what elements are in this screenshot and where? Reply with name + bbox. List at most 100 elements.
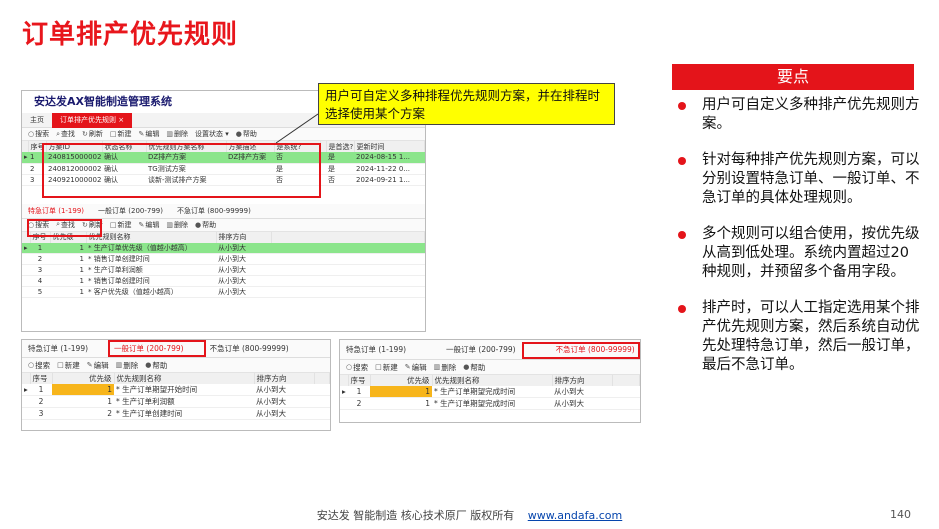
new-icon: □ bbox=[375, 363, 382, 371]
edit-button[interactable]: ✎ 编辑 bbox=[405, 362, 427, 373]
column-header[interactable]: 优先规则名称 bbox=[114, 373, 255, 384]
table-row[interactable]: 3 1 * 生产订单利润额 从小到大 bbox=[22, 264, 425, 276]
new-icon: □ bbox=[57, 361, 64, 369]
bullet-dot bbox=[678, 157, 686, 165]
tab-home[interactable]: 主页 bbox=[22, 113, 52, 128]
refresh-icon: ↻ bbox=[82, 130, 88, 138]
search-button[interactable]: ○ 搜索 bbox=[346, 362, 368, 373]
delete-button[interactable]: ▥ 删除 bbox=[434, 362, 457, 373]
key-point: 排产时，可以人工指定选用某个排产优先规则方案，然后系统自动优先处理特急订单，然后… bbox=[672, 299, 922, 375]
column-header[interactable]: 排序方向 bbox=[216, 231, 272, 243]
edit-icon: ✎ bbox=[86, 361, 93, 369]
page-number: 140 bbox=[890, 508, 911, 521]
column-header[interactable]: 序号 bbox=[348, 375, 371, 386]
bullet-dot bbox=[678, 231, 686, 239]
urgent-rules-table: 序号 优先级 优先规则名称 排序方向 ▸ 1 1 * 生产订单优先级（值越小越高… bbox=[22, 231, 425, 298]
main-app-window: 安达发AX智能制造管理系统 主页 订单排产优先规则 × ○ 搜索 ⌕ 查找 ↻ 刷新 … bbox=[21, 90, 426, 332]
tab-not-urgent-orders[interactable]: 不急订单 (800-99999) bbox=[177, 206, 251, 216]
help-button[interactable]: ● 帮助 bbox=[463, 362, 485, 373]
table-row[interactable]: 3 2 * 生产订单创建时间 从小到大 bbox=[22, 407, 330, 420]
set-status-dropdown[interactable]: 设置状态 ▾ bbox=[195, 129, 229, 139]
help-icon: ● bbox=[195, 220, 202, 229]
delete-icon: ▥ bbox=[166, 220, 174, 229]
table-row[interactable]: 4 1 * 销售订单创建时间 从小到大 bbox=[22, 275, 425, 287]
column-header[interactable]: 排序方向 bbox=[552, 375, 613, 386]
new-icon: □ bbox=[109, 220, 117, 229]
new-button[interactable]: □ 新建 bbox=[110, 220, 132, 230]
rules-table-header: 序号 优先级 优先规则名称 排序方向 bbox=[22, 373, 330, 384]
delete-button[interactable]: ▥ 删除 bbox=[166, 129, 188, 139]
column-header[interactable]: 是首选? bbox=[326, 141, 355, 152]
slide-title: 订单排产优先规则 bbox=[22, 20, 239, 50]
help-button[interactable]: ● 帮助 bbox=[195, 220, 216, 230]
search-icon: ○ bbox=[28, 130, 35, 138]
find-icon: ⌕ bbox=[56, 129, 61, 138]
rules-toolbar: ○ 搜索 □ 新建 ✎ 编辑 ▥ 删除 ● 帮助 bbox=[22, 358, 330, 373]
tab-normal-orders[interactable]: 一般订单 (200-799) bbox=[446, 344, 516, 355]
footer: 安达发 智能制造 核心技术原厂 版权所有 www.andafa.com bbox=[0, 507, 939, 523]
key-points-header: 要点 bbox=[672, 64, 914, 90]
normal-rules-table: 序号 优先级 优先规则名称 排序方向 ▸ 1 1 * 生产订单期望开始时间 从小… bbox=[22, 373, 330, 420]
table-row[interactable]: 2 1 * 生产订单期望完成时间 从小到大 bbox=[340, 397, 640, 410]
table-row[interactable]: ▸ 1 1 * 生产订单期望完成时间 从小到大 bbox=[340, 386, 640, 398]
search-icon: ○ bbox=[346, 363, 353, 371]
help-button[interactable]: ● 帮助 bbox=[145, 360, 167, 371]
edit-button[interactable]: ✎ 编辑 bbox=[87, 360, 109, 371]
help-icon: ● bbox=[145, 361, 152, 369]
table-row[interactable]: 2 1 * 生产订单利润额 从小到大 bbox=[22, 395, 330, 408]
row-pointer-icon: ▸ bbox=[22, 384, 30, 396]
search-button[interactable]: ○ 搜索 bbox=[28, 360, 50, 371]
new-button[interactable]: □ 新建 bbox=[110, 129, 132, 139]
column-header[interactable]: 优先规则名称 bbox=[86, 231, 217, 243]
column-header[interactable]: 优先规则名称 bbox=[432, 375, 553, 386]
new-button[interactable]: □ 新建 bbox=[57, 360, 80, 371]
edit-icon: ✎ bbox=[138, 130, 145, 138]
main-toolbar: ○ 搜索 ⌕ 查找 ↻ 刷新 □ 新建 ✎ 编辑 ▥ 删除 设置状态 ▾ ● 帮助 bbox=[22, 128, 425, 141]
find-button[interactable]: ⌕ 查找 bbox=[56, 129, 75, 139]
tab-urgent-orders[interactable]: 特急订单 (1-199) bbox=[28, 343, 88, 354]
column-header[interactable]: 序号 bbox=[30, 373, 53, 384]
tab-urgent-orders[interactable]: 特急订单 (1-199) bbox=[346, 344, 406, 355]
tab-not-urgent-orders[interactable]: 不急订单 (800-99999) bbox=[210, 343, 289, 354]
callout-box: 用户可自定义多种排程优先规则方案，并在排程时选择使用某个方案 bbox=[318, 83, 615, 125]
help-icon: ● bbox=[235, 130, 242, 138]
tab-urgent-orders[interactable]: 特急订单 (1-199) bbox=[28, 206, 84, 216]
key-point: 针对每种排产优先规则方案，可以分别设置特急订单、一般订单、不急订单的具体处理规则… bbox=[672, 151, 922, 208]
column-header[interactable]: 更新时间 bbox=[354, 141, 425, 152]
edit-button[interactable]: ✎ 编辑 bbox=[139, 129, 160, 139]
table-row[interactable]: ▸ 1 1 * 生产订单优先级（值越小越高） 从小到大 bbox=[22, 242, 425, 254]
delete-button[interactable]: ▥ 删除 bbox=[166, 220, 188, 230]
order-type-tabs: 特急订单 (1-199) 一般订单 (200-799) 不急订单 (800-99… bbox=[22, 203, 425, 219]
new-button[interactable]: □ 新建 bbox=[375, 362, 398, 373]
delete-icon: ▥ bbox=[166, 130, 174, 138]
bullet-dot bbox=[678, 305, 686, 313]
column-header[interactable]: 优先级 bbox=[370, 375, 433, 386]
scheme-highlight-box bbox=[42, 143, 321, 198]
delete-button[interactable]: ▥ 删除 bbox=[116, 360, 139, 371]
search-button[interactable]: ○ 搜索 bbox=[28, 129, 49, 139]
help-button[interactable]: ● 帮助 bbox=[236, 129, 257, 139]
column-header[interactable]: 优先级 bbox=[52, 373, 115, 384]
table-row[interactable]: 2 1 * 销售订单创建时间 从小到大 bbox=[22, 253, 425, 265]
help-icon: ● bbox=[463, 363, 470, 371]
new-icon: □ bbox=[109, 130, 117, 138]
rules-table-header: 序号 优先级 优先规则名称 排序方向 bbox=[340, 375, 640, 386]
rules-toolbar: ○ 搜索 □ 新建 ✎ 编辑 ▥ 删除 ● 帮助 bbox=[340, 360, 640, 375]
urgent-tab-highlight-box bbox=[27, 219, 102, 237]
footer-text: 安达发 智能制造 核心技术原厂 版权所有 bbox=[316, 509, 515, 522]
refresh-button[interactable]: ↻ 刷新 bbox=[82, 129, 103, 139]
key-point: 用户可自定义多种排产优先规则方案。 bbox=[672, 96, 922, 134]
delete-icon: ▥ bbox=[433, 363, 441, 371]
row-pointer-icon: ▸ bbox=[22, 242, 30, 254]
tab-order-priority-rules[interactable]: 订单排产优先规则 × bbox=[52, 112, 133, 128]
table-row[interactable]: 5 1 * 客户优先级（值越小越高） 从小到大 bbox=[22, 286, 425, 298]
tab-normal-orders[interactable]: 一般订单 (200-799) bbox=[98, 206, 163, 216]
column-header[interactable]: 排序方向 bbox=[254, 373, 315, 384]
row-pointer-icon: ▸ bbox=[340, 386, 348, 398]
edit-button[interactable]: ✎ 编辑 bbox=[139, 220, 160, 230]
key-points-list: 用户可自定义多种排产优先规则方案。 针对每种排产优先规则方案，可以分别设置特急订… bbox=[672, 96, 922, 392]
key-point: 多个规则可以组合使用，按优先级从高到低处理。系统内置超过20种规则，并预留多个备… bbox=[672, 225, 922, 282]
delete-icon: ▥ bbox=[115, 361, 123, 369]
footer-link[interactable]: www.andafa.com bbox=[528, 509, 623, 522]
table-row[interactable]: ▸ 1 1 * 生产订单期望开始时间 从小到大 bbox=[22, 384, 330, 396]
